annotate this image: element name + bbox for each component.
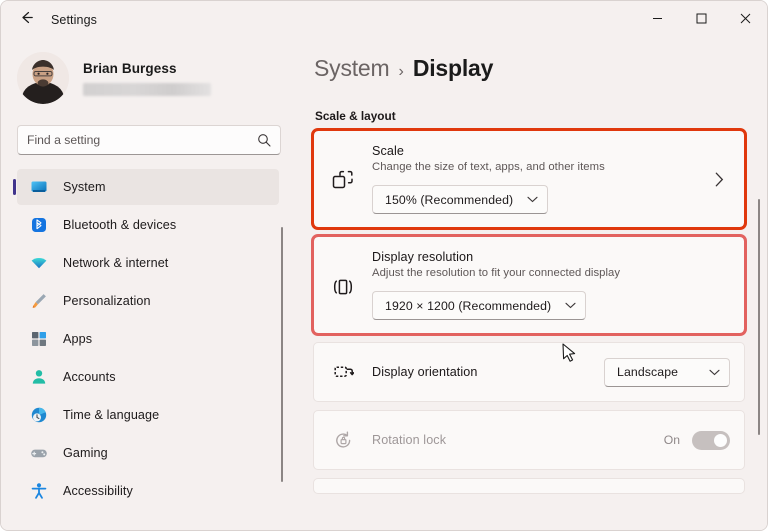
- rotation-lock-toggle-wrap: On: [663, 430, 730, 450]
- chevron-down-icon: [527, 196, 538, 203]
- back-button[interactable]: [9, 5, 43, 35]
- display-resolution-body: Display resolution Adjust the resolution…: [314, 237, 744, 333]
- scale-expand-chevron-icon[interactable]: [708, 172, 730, 187]
- profile-name: Brian Burgess: [83, 60, 177, 76]
- chevron-right-icon: ›: [398, 63, 404, 80]
- window-controls: [635, 1, 767, 39]
- display-resolution-card[interactable]: Display resolution Adjust the resolution…: [311, 234, 747, 336]
- scale-card-body[interactable]: Scale Change the size of text, apps, and…: [314, 131, 744, 227]
- sidebar-item-network-internet[interactable]: Network & internet: [17, 245, 279, 281]
- back-arrow-icon: [18, 9, 35, 31]
- scale-icon: [330, 170, 356, 192]
- section-title: Scale & layout: [315, 109, 396, 123]
- scale-title: Scale: [372, 144, 405, 158]
- sidebar-item-label: Accounts: [63, 370, 116, 384]
- search-box[interactable]: [17, 125, 281, 155]
- display-resolution-value: 1920 × 1200 (Recommended): [385, 298, 552, 313]
- sidebar-item-accessibility[interactable]: Accessibility: [17, 473, 279, 509]
- sidebar-nav: System Bluetooth & devices Network & int…: [1, 169, 301, 530]
- clock-icon: [29, 405, 49, 425]
- display-resolution-main: Display resolution Adjust the resolution…: [372, 250, 730, 320]
- scale-subtitle: Change the size of text, apps, and other…: [372, 161, 605, 173]
- breadcrumb: System › Display: [313, 39, 767, 82]
- search-wrapper: [1, 111, 301, 161]
- page-title: Display: [412, 55, 494, 81]
- paintbrush-icon: [29, 291, 49, 311]
- gamepad-icon: [29, 443, 49, 463]
- accessibility-icon: [29, 481, 49, 501]
- display-resolution-dropdown[interactable]: 1920 × 1200 (Recommended): [372, 291, 587, 320]
- search-icon: [257, 133, 271, 147]
- sidebar-item-label: Personalization: [63, 294, 151, 308]
- display-resolution-subtitle: Adjust the resolution to fit your connec…: [372, 267, 621, 279]
- sidebar-item-label: Network & internet: [63, 256, 169, 270]
- display-orientation-row[interactable]: Display orientation Landscape: [314, 343, 744, 401]
- sidebar-item-system[interactable]: System: [17, 169, 279, 205]
- display-orientation-label: Display orientation: [372, 365, 478, 379]
- maximize-icon: [696, 11, 707, 29]
- window-title: Settings: [51, 13, 97, 27]
- rotation-lock-label: Rotation lock: [372, 433, 447, 447]
- rotation-lock-toggle[interactable]: [692, 430, 730, 450]
- sidebar-item-label: Gaming: [63, 446, 108, 460]
- sidebar-item-accounts[interactable]: Accounts: [17, 359, 279, 395]
- minimize-button[interactable]: [635, 1, 679, 39]
- profile-text: Brian Burgess: [83, 61, 211, 96]
- next-card-partial[interactable]: [313, 478, 745, 494]
- sidebar-item-label: Accessibility: [63, 484, 133, 498]
- settings-window: Settings Brian Burgess Find a setting Sy…: [0, 0, 768, 531]
- scale-card-main: Scale Change the size of text, apps, and…: [372, 144, 708, 214]
- display-orientation-value: Landscape: [617, 365, 679, 379]
- sidebar-item-time-language[interactable]: Time & language: [17, 397, 279, 433]
- scale-value: 150% (Recommended): [385, 192, 514, 207]
- sidebar-item-gaming[interactable]: Gaming: [17, 435, 279, 471]
- bluetooth-icon: [29, 215, 49, 235]
- rotation-lock-icon: [330, 430, 356, 451]
- scale-card[interactable]: Scale Change the size of text, apps, and…: [311, 128, 747, 230]
- scale-dropdown[interactable]: 150% (Recommended): [372, 185, 549, 214]
- rotation-lock-row: Rotation lock On: [314, 411, 744, 469]
- sidebar-scrollbar[interactable]: [281, 227, 283, 482]
- minimize-icon: [652, 11, 663, 29]
- main-content: System › Display Scale & layout Scale Ch…: [301, 39, 767, 530]
- close-icon: [740, 11, 751, 29]
- profile-email-redacted: [83, 82, 211, 96]
- sidebar-item-apps[interactable]: Apps: [17, 321, 279, 357]
- display-orientation-card[interactable]: Display orientation Landscape: [313, 342, 745, 402]
- avatar: [17, 52, 69, 104]
- close-button[interactable]: [723, 1, 767, 39]
- display-orientation-dropdown[interactable]: Landscape: [604, 357, 730, 387]
- search-input[interactable]: [27, 133, 257, 147]
- monitor-icon: [29, 177, 49, 197]
- sidebar-item-personalization[interactable]: Personalization: [17, 283, 279, 319]
- rotation-lock-card: Rotation lock On: [313, 410, 745, 470]
- sidebar-item-bluetooth-devices[interactable]: Bluetooth & devices: [17, 207, 279, 243]
- content-scrollbar[interactable]: [758, 199, 760, 435]
- toggle-knob: [714, 433, 727, 447]
- title-bar: Settings: [1, 1, 767, 39]
- settings-cards: Scale Change the size of text, apps, and…: [311, 128, 767, 494]
- sidebar-item-label: System: [63, 180, 106, 194]
- sidebar: Brian Burgess Find a setting System Blue…: [1, 39, 301, 530]
- orientation-icon: [330, 362, 356, 383]
- chevron-down-icon: [709, 369, 720, 376]
- display-resolution-title: Display resolution: [372, 250, 474, 264]
- user-profile[interactable]: Brian Burgess: [1, 39, 301, 111]
- sidebar-item-label: Bluetooth & devices: [63, 218, 177, 232]
- resolution-icon: [330, 276, 356, 298]
- breadcrumb-root[interactable]: System: [314, 55, 390, 82]
- chevron-down-icon: [565, 302, 576, 309]
- sidebar-item-label: Apps: [63, 332, 93, 346]
- window-body: Brian Burgess Find a setting System Blue…: [1, 39, 767, 530]
- person-icon: [29, 367, 49, 387]
- wifi-icon: [29, 253, 49, 273]
- apps-icon: [29, 329, 49, 349]
- sidebar-item-label: Time & language: [63, 408, 160, 422]
- rotation-lock-state: On: [663, 433, 680, 447]
- maximize-button[interactable]: [679, 1, 723, 39]
